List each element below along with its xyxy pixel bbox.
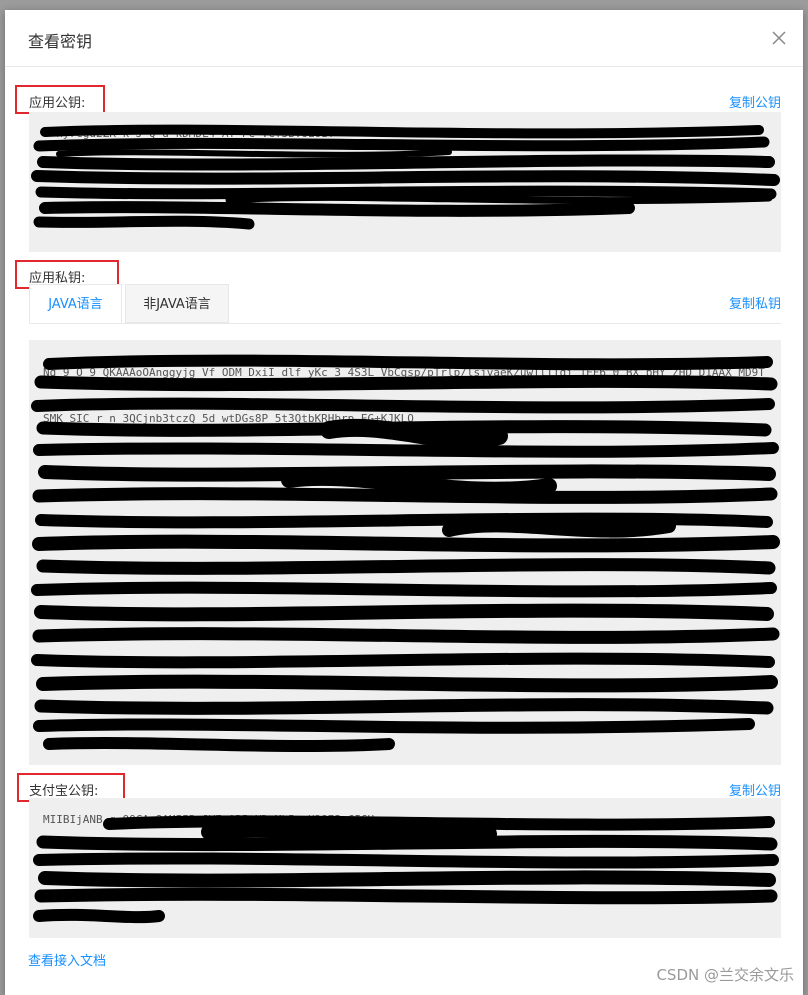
redaction-scribble: [31, 354, 780, 752]
dialog-header: 查看密钥: [5, 10, 803, 67]
app-private-key-box[interactable]: Ng 9 O 9 QKAAAoOAnggyjg Vf ODM DxiI dlf …: [29, 340, 781, 765]
tab-java[interactable]: JAVA语言: [29, 284, 122, 323]
close-icon[interactable]: [769, 28, 789, 48]
watermark: CSDN @兰交余文乐: [656, 966, 794, 984]
app-public-key-label: 应用公钥:: [29, 96, 86, 111]
language-tabs: JAVA语言 非JAVA语言: [29, 284, 781, 324]
app-public-key-box[interactable]: Y hy7cgd2ZR k J Q d kDMDL4 AY FC .CY3B.U…: [29, 112, 781, 252]
view-docs-link[interactable]: 查看接入文档: [28, 950, 106, 969]
tab-non-java[interactable]: 非JAVA语言: [125, 284, 229, 323]
alipay-public-key-label: 支付宝公钥:: [29, 784, 99, 799]
copy-alipay-public-key-button[interactable]: 复制公钥: [729, 780, 781, 799]
redaction-scribble: [33, 815, 779, 924]
tabs-baseline: [29, 323, 781, 324]
view-keys-dialog: 查看密钥 应用公钥: 复制公钥 Y hy7cgd2ZR k J Q d kDMD…: [5, 10, 803, 995]
copy-app-public-key-button[interactable]: 复制公钥: [729, 92, 781, 111]
dialog-title: 查看密钥: [28, 32, 93, 51]
alipay-public-key-box[interactable]: MIIBIjANB g QOCA 8AMIIB JYE 0B5 XD Mb5x …: [29, 798, 781, 938]
redaction-scribble: [31, 124, 780, 230]
